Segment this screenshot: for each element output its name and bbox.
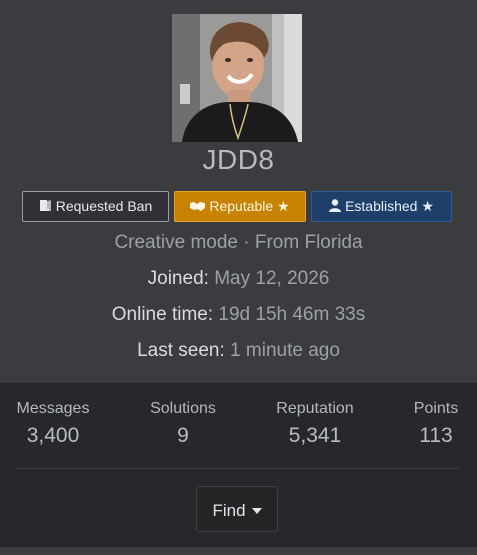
profile-stats: Messages 3,400 Solutions 9 Reputation 5,… — [0, 383, 477, 469]
divider — [14, 468, 459, 469]
banner-label: Requested Ban — [55, 198, 153, 214]
stat-value: 9 — [177, 424, 189, 447]
profile-header: JDD8 Requested Ban Reputable ★ Establish… — [0, 0, 477, 383]
caret-down-icon — [251, 487, 262, 531]
find-label: Find — [212, 501, 246, 520]
banner-label: Reputable ★ — [209, 198, 290, 214]
stat-value: 113 — [419, 424, 453, 447]
stat-value: 5,341 — [288, 424, 342, 447]
stat-messages[interactable]: Messages 3,400 — [8, 400, 98, 448]
door-exit-icon — [39, 193, 52, 222]
banner-label: Established ★ — [345, 198, 434, 214]
banner-established: Established ★ — [311, 191, 452, 222]
user-icon — [329, 193, 342, 222]
avatar[interactable] — [172, 14, 302, 142]
banner-requested-ban: Requested Ban — [22, 191, 169, 222]
stat-label: Points — [413, 400, 459, 417]
online-time-value: 19d 15h 46m 33s — [218, 304, 366, 325]
last-seen-value: 1 minute ago — [230, 340, 340, 361]
user-banners: Requested Ban Reputable ★ Established ★ — [22, 191, 462, 222]
avatar-photo — [172, 14, 302, 142]
stat-reputation[interactable]: Reputation 5,341 — [265, 400, 365, 448]
stat-label: Messages — [16, 400, 90, 417]
online-time-label: Online time: — [111, 304, 214, 325]
stat-label: Solutions — [150, 400, 216, 417]
profile-blurb: Creative mode · From Florida — [114, 232, 363, 253]
last-seen-info: Last seen: 1 minute ago — [0, 340, 477, 362]
username: JDD8 — [202, 144, 275, 175]
stat-solutions[interactable]: Solutions 9 — [138, 400, 228, 448]
stat-value: 3,400 — [26, 424, 80, 447]
joined-label: Joined: — [147, 268, 209, 289]
last-seen-label: Last seen: — [137, 340, 225, 361]
joined-info: Joined: May 12, 2026 — [0, 268, 477, 290]
joined-value: May 12, 2026 — [214, 268, 330, 289]
stat-points[interactable]: Points 113 — [405, 400, 467, 448]
banner-reputable: Reputable ★ — [174, 191, 306, 222]
next-block-edge — [0, 547, 477, 555]
find-button[interactable]: Find — [196, 486, 278, 532]
online-time-info: Online time: 19d 15h 46m 33s — [0, 304, 477, 326]
handshake-icon — [190, 193, 206, 222]
stat-label: Reputation — [276, 400, 354, 417]
